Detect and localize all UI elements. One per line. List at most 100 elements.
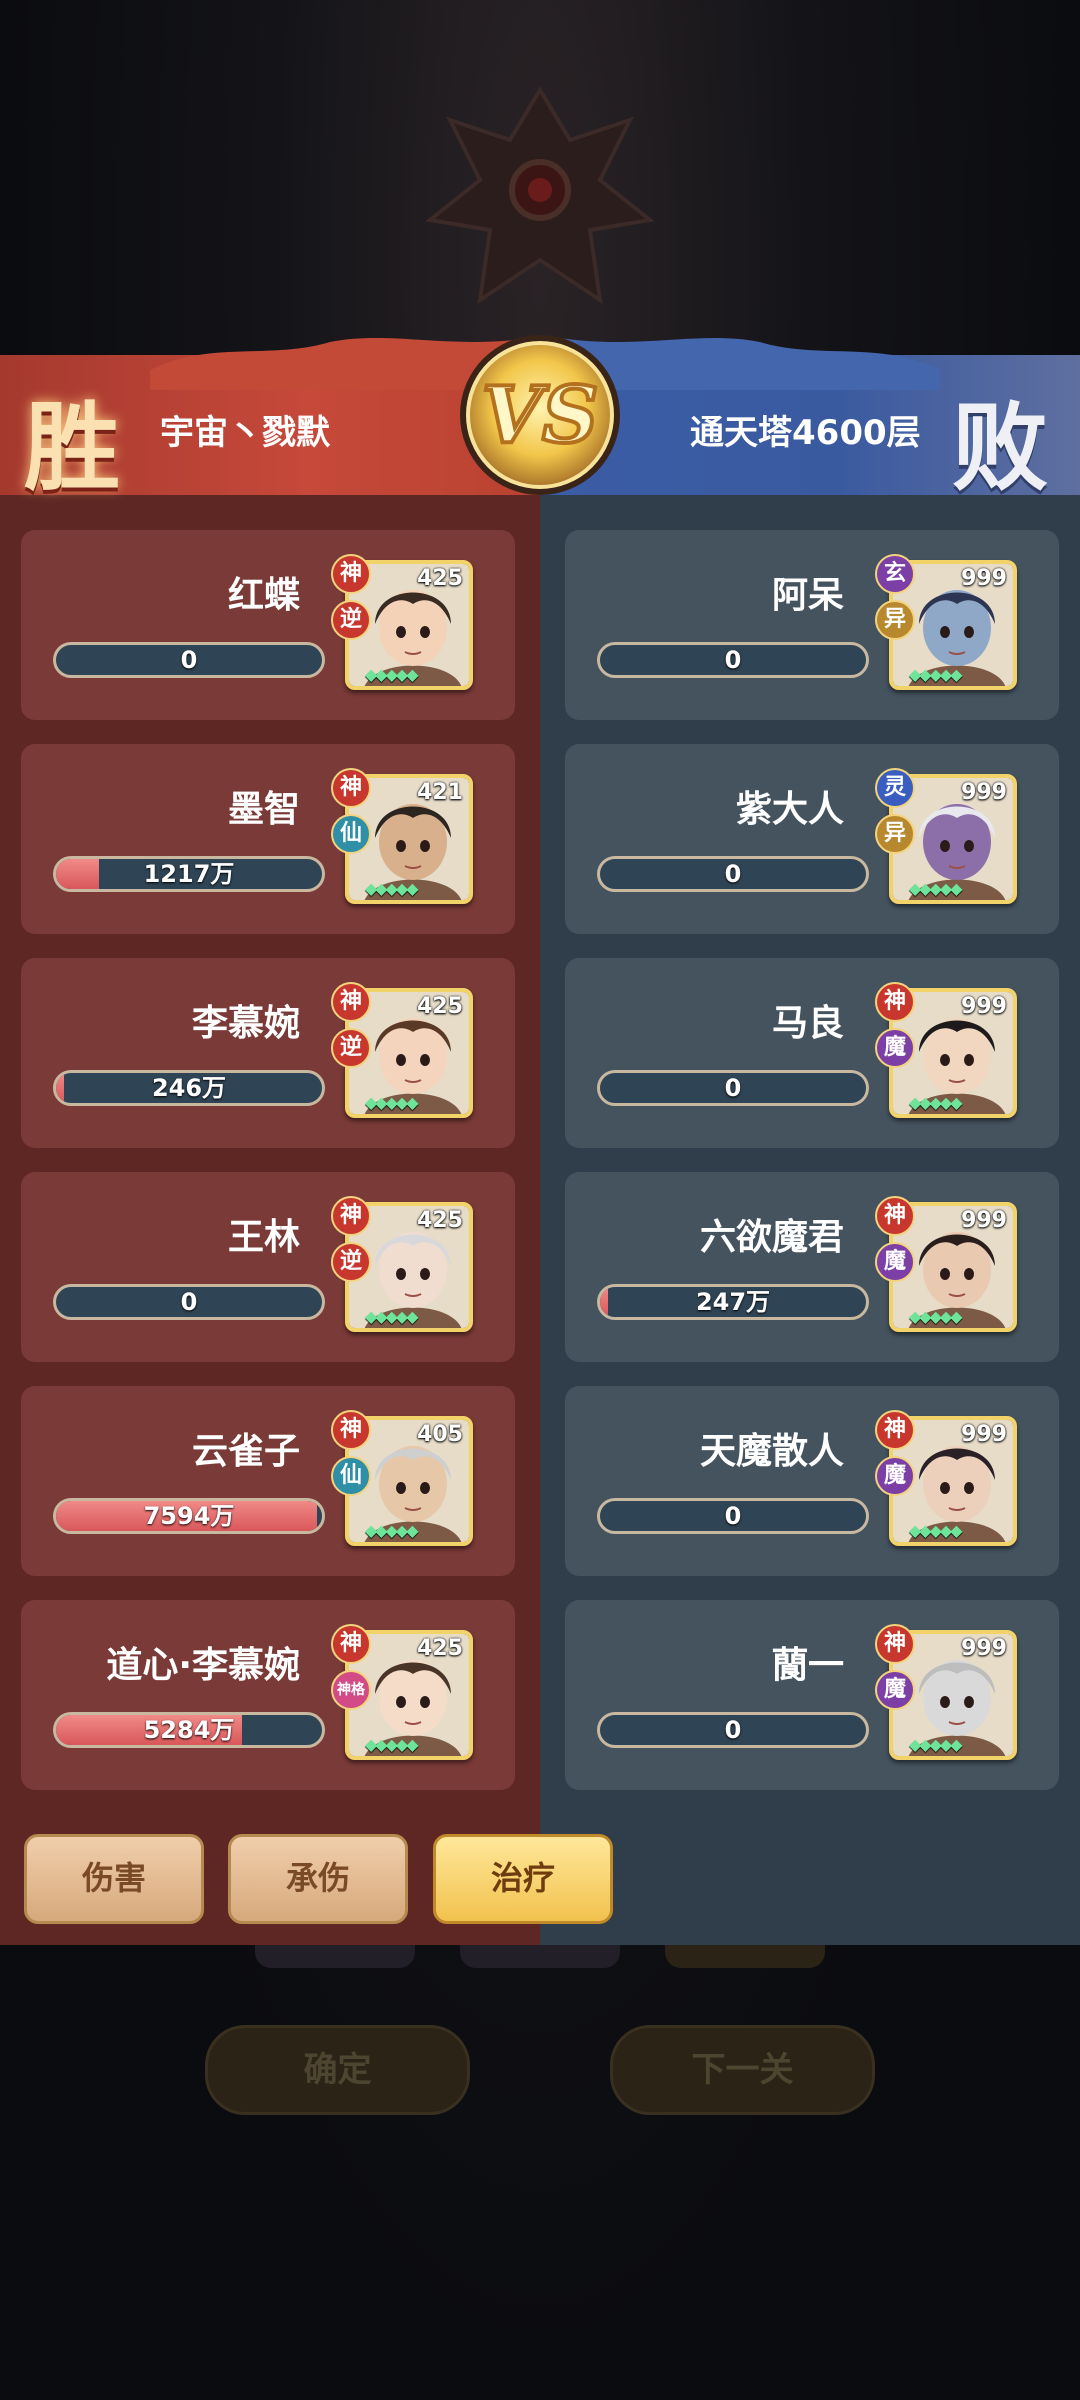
hero-name: 王林 — [227, 1217, 300, 1258]
winner-hero-card[interactable]: 李慕婉 246万 425 ◆◆◆◆◆ 神逆 — [21, 958, 515, 1148]
star-rank-icon: ◆◆◆◆◆ — [365, 879, 419, 898]
hero-level: 421 — [417, 780, 463, 805]
hero-name: 阿呆 — [771, 575, 844, 616]
stat-value: 0 — [724, 1716, 742, 1744]
loser-hero-card[interactable]: 䕞一 0 999 ◆◆◆◆◆ 神魔 — [565, 1600, 1059, 1790]
hero-name: 云雀子 — [191, 1431, 300, 1472]
stat-bar: 5284万 — [53, 1712, 325, 1748]
star-rank-icon: ◆◆◆◆◆ — [909, 879, 963, 898]
hero-level: 999 — [961, 780, 1007, 805]
stat-value: 0 — [180, 1288, 198, 1316]
hero-level: 425 — [417, 566, 463, 591]
star-rank-icon: ◆◆◆◆◆ — [365, 1093, 419, 1112]
star-rank-icon: ◆◆◆◆◆ — [365, 1521, 419, 1540]
stat-value: 0 — [180, 646, 198, 674]
stat-bar: 0 — [597, 1498, 869, 1534]
star-rank-icon: ◆◆◆◆◆ — [909, 1521, 963, 1540]
star-rank-icon: ◆◆◆◆◆ — [909, 1307, 963, 1326]
stat-bar: 0 — [597, 1070, 869, 1106]
tab-damage-taken[interactable]: 承伤 — [228, 1834, 408, 1924]
hero-name: 道心·李慕婉 — [106, 1645, 300, 1686]
faction-badge: 仙 — [331, 1456, 371, 1496]
rarity-badge: 灵 — [875, 768, 915, 808]
hero-level: 999 — [961, 994, 1007, 1019]
hero-level: 999 — [961, 566, 1007, 591]
confirm-button[interactable]: 确定 — [205, 2025, 470, 2115]
stat-bar: 7594万 — [53, 1498, 325, 1534]
loser-hero-card[interactable]: 紫大人 0 999 ◆◆◆◆◆ 灵异 — [565, 744, 1059, 934]
stat-bar: 0 — [597, 856, 869, 892]
rarity-badge: 神 — [331, 982, 371, 1022]
victory-label: 胜 — [24, 391, 120, 504]
stat-value: 0 — [724, 1074, 742, 1102]
right-team-name: 通天塔4600层 — [690, 413, 921, 453]
vs-icon: VS — [460, 335, 620, 495]
stat-bar: 0 — [597, 642, 869, 678]
winner-hero-card[interactable]: 云雀子 7594万 405 ◆◆◆◆◆ 神仙 — [21, 1386, 515, 1576]
hero-level: 405 — [417, 1422, 463, 1447]
rarity-badge: 神 — [875, 1410, 915, 1450]
stat-value: 247万 — [695, 1288, 771, 1316]
rarity-badge: 神 — [331, 768, 371, 808]
rarity-badge: 神 — [875, 982, 915, 1022]
hero-level: 999 — [961, 1636, 1007, 1661]
stat-value: 1217万 — [143, 860, 235, 888]
tower-emblem-icon — [425, 86, 655, 305]
rarity-badge: 神 — [331, 1410, 371, 1450]
faction-badge: 魔 — [875, 1028, 915, 1068]
rarity-badge: 神 — [875, 1624, 915, 1664]
stat-bar: 247万 — [597, 1284, 869, 1320]
winner-hero-card[interactable]: 道心·李慕婉 5284万 425 ◆◆◆◆◆ 神神格 — [21, 1600, 515, 1790]
hero-name: 紫大人 — [735, 789, 844, 830]
hero-name: 墨智 — [227, 789, 300, 830]
hero-name: 红蝶 — [227, 575, 300, 616]
loser-hero-card[interactable]: 六欲魔君 247万 999 ◆◆◆◆◆ 神魔 — [565, 1172, 1059, 1362]
faction-badge: 异 — [875, 600, 915, 640]
hero-level: 425 — [417, 994, 463, 1019]
faction-badge: 魔 — [875, 1670, 915, 1710]
hero-level: 999 — [961, 1422, 1007, 1447]
star-rank-icon: ◆◆◆◆◆ — [909, 665, 963, 684]
stat-value: 5284万 — [143, 1716, 235, 1744]
loser-hero-card[interactable]: 马良 0 999 ◆◆◆◆◆ 神魔 — [565, 958, 1059, 1148]
star-rank-icon: ◆◆◆◆◆ — [909, 1093, 963, 1112]
star-rank-icon: ◆◆◆◆◆ — [365, 1307, 419, 1326]
loser-hero-card[interactable]: 阿呆 0 999 ◆◆◆◆◆ 玄异 — [565, 530, 1059, 720]
star-rank-icon: ◆◆◆◆◆ — [909, 1735, 963, 1754]
faction-badge: 逆 — [331, 600, 371, 640]
star-rank-icon: ◆◆◆◆◆ — [365, 1735, 419, 1754]
rarity-badge: 神 — [331, 1624, 371, 1664]
hero-level: 999 — [961, 1208, 1007, 1233]
star-rank-icon: ◆◆◆◆◆ — [365, 665, 419, 684]
stat-value: 7594万 — [143, 1502, 235, 1530]
hero-name: 六欲魔君 — [699, 1217, 844, 1258]
hero-name: 马良 — [771, 1003, 844, 1044]
loser-hero-card[interactable]: 天魔散人 0 999 ◆◆◆◆◆ 神魔 — [565, 1386, 1059, 1576]
faction-badge: 逆 — [331, 1028, 371, 1068]
next-level-button[interactable]: 下一关 — [610, 2025, 875, 2115]
stat-value: 0 — [724, 1502, 742, 1530]
winner-hero-card[interactable]: 红蝶 0 425 ◆◆◆◆◆ 神逆 — [21, 530, 515, 720]
stat-bar: 1217万 — [53, 856, 325, 892]
stat-bar: 0 — [53, 1284, 325, 1320]
hero-level: 425 — [417, 1208, 463, 1233]
stat-bar: 246万 — [53, 1070, 325, 1106]
stat-value: 246万 — [151, 1074, 227, 1102]
stat-value: 0 — [724, 860, 742, 888]
svg-text:VS: VS — [482, 370, 599, 461]
hero-name: 䕞一 — [771, 1645, 844, 1686]
faction-badge: 神格 — [331, 1670, 371, 1710]
winner-hero-card[interactable]: 墨智 1217万 421 ◆◆◆◆◆ 神仙 — [21, 744, 515, 934]
winner-hero-card[interactable]: 王林 0 425 ◆◆◆◆◆ 神逆 — [21, 1172, 515, 1362]
left-team-name: 宇宙丶戮默 — [160, 413, 330, 453]
faction-badge: 魔 — [875, 1456, 915, 1496]
faction-badge: 异 — [875, 814, 915, 854]
hero-level: 425 — [417, 1636, 463, 1661]
hero-name: 李慕婉 — [191, 1003, 300, 1044]
stat-value: 0 — [724, 646, 742, 674]
rarity-badge: 神 — [875, 1196, 915, 1236]
faction-badge: 魔 — [875, 1242, 915, 1282]
tab-healing[interactable]: 治疗 — [433, 1834, 613, 1924]
rarity-badge: 神 — [331, 1196, 371, 1236]
tab-damage[interactable]: 伤害 — [24, 1834, 204, 1924]
